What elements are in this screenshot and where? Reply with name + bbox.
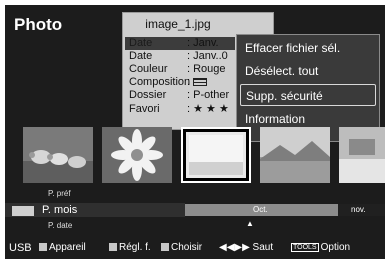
info-row-favori: Favori : ★ ★ ★ (129, 102, 229, 115)
info-value: : Rouge (187, 63, 226, 75)
info-key: Date (129, 50, 153, 62)
info-key: Composition (129, 76, 191, 88)
info-value: : ★ ★ ★ (187, 103, 229, 115)
timeline-current-label[interactable]: P. mois (42, 204, 77, 216)
red-button-icon (39, 243, 47, 252)
thumbnail-strip (5, 125, 385, 187)
info-value: : P-other (187, 89, 230, 101)
thumbnail-selected[interactable] (181, 127, 251, 183)
footer-regl-label: Régl. f. (119, 242, 151, 253)
info-key: Couleur (129, 63, 168, 75)
timeline-prev-label[interactable]: P. préf (48, 189, 71, 198)
tools-button-icon: TOOLS (291, 242, 319, 252)
file-name: image_1.jpg (145, 17, 211, 31)
usb-label: USB (9, 242, 32, 254)
menu-item-supp-securite[interactable]: Supp. sécurité (240, 84, 376, 106)
green-button-icon (109, 243, 117, 252)
footer-appareil-label: Appareil (49, 242, 86, 253)
thumbnail-partial[interactable] (339, 127, 385, 183)
info-value: : Janv. (187, 37, 219, 49)
info-row-dossier: Dossier : P-other (129, 89, 229, 101)
timeline-icon (12, 206, 34, 216)
footer-bar: USB Appareil Régl. f. Choisir ◀◀▶▶ Saut … (5, 240, 385, 258)
info-key: Date (129, 37, 153, 49)
timeline-position-icon: ▲ (246, 219, 254, 228)
thumbnail-sheep[interactable] (23, 127, 93, 183)
menu-item-effacer[interactable]: Effacer fichier sél. (240, 37, 376, 59)
footer-saut[interactable]: ◀◀▶▶ Saut (219, 242, 273, 253)
footer-option-label: Option (320, 242, 351, 253)
footer-appareil[interactable]: Appareil (39, 242, 86, 253)
page-title: Photo (14, 15, 63, 34)
thumbnail-flower[interactable] (102, 127, 172, 183)
footer-option[interactable]: TOOLS Option (291, 242, 350, 253)
info-key: Favori (129, 103, 160, 115)
info-row-couleur: Couleur : Rouge (129, 63, 226, 75)
footer-saut-label: Saut (252, 242, 274, 253)
footer-choisir-label: Choisir (171, 242, 203, 253)
info-key: Dossier (129, 89, 167, 101)
footer-regl[interactable]: Régl. f. (109, 242, 151, 253)
info-value: : Janv..0 (187, 50, 228, 62)
timeline-next-label[interactable]: P. date (48, 221, 72, 230)
thumbnail-landscape[interactable] (260, 127, 330, 183)
menu-item-deselect-all[interactable]: Désélect. tout (240, 60, 376, 82)
timeline-segment-nov-label: nov. (351, 205, 366, 214)
info-row-date-2: Date : Janv..0 (129, 50, 228, 62)
footer-choisir[interactable]: Choisir (161, 242, 202, 253)
timeline-segment-oct-label: Oct. (253, 205, 268, 214)
info-row-date-1: Date : Janv. (129, 37, 219, 49)
rewind-forward-icon: ◀◀▶▶ (219, 242, 250, 253)
info-value: : (187, 76, 191, 88)
composition-icon (193, 78, 208, 87)
info-row-composition: Composition: (129, 76, 208, 88)
yellow-button-icon (161, 243, 169, 252)
photo-browser-screen: Photo image_1.jpg Date : Janv. Date : Janv… (5, 5, 385, 259)
